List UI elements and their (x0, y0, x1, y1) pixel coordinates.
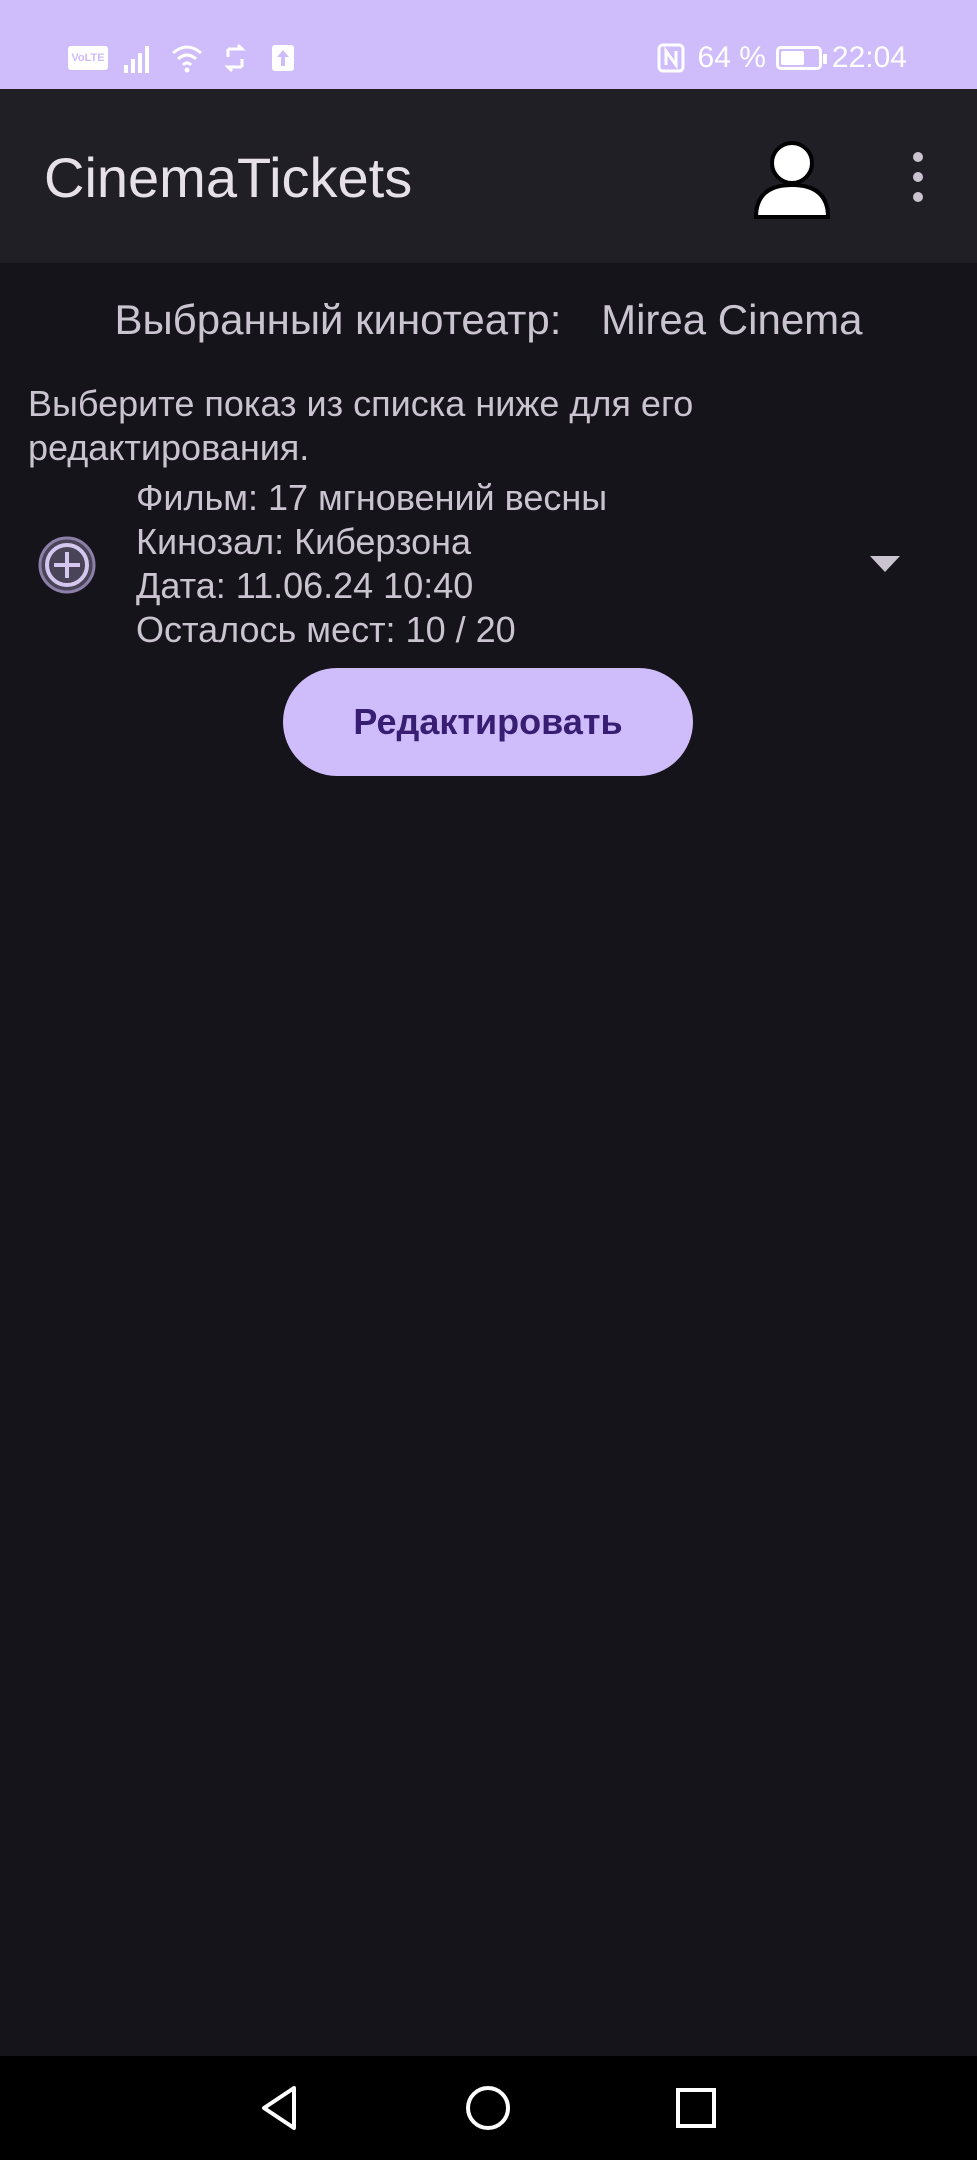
instructions-text: Выберите показ из списка ниже для его ре… (28, 383, 694, 468)
status-bar: VoLTE 64 % 22:04 (0, 0, 977, 89)
clock: 22:04 (831, 41, 907, 74)
app-title: CinemaTickets (44, 146, 413, 209)
add-circle-icon[interactable] (36, 534, 98, 596)
home-icon[interactable] (462, 2082, 514, 2134)
edit-button[interactable]: Редактировать (283, 668, 693, 776)
show-film: Фильм: 17 мгновений весны (136, 477, 608, 518)
show-selector[interactable]: Фильм: 17 мгновений весны Кинозал: Кибер… (0, 476, 977, 656)
status-icons-left: VoLTE (68, 40, 300, 76)
volte-icon: VoLTE (68, 46, 108, 70)
navigation-bar (0, 2056, 977, 2160)
cinema-label: Выбранный кинотеатр: (114, 296, 562, 343)
back-icon[interactable] (254, 2082, 306, 2134)
battery-fill (780, 51, 804, 65)
signal-icon (124, 46, 149, 73)
battery-percent: 64 % (697, 41, 766, 74)
recents-icon[interactable] (670, 2082, 722, 2134)
nfc-icon (657, 43, 685, 73)
wifi-icon (172, 45, 202, 73)
more-vert-icon[interactable] (900, 149, 936, 205)
sync-icon (224, 43, 246, 73)
show-info: Фильм: 17 мгновений весны Кинозал: Кибер… (136, 476, 607, 652)
battery-icon (775, 46, 827, 70)
show-seats: Осталось мест: 10 / 20 (136, 609, 516, 650)
app-bar: CinemaTickets (0, 89, 977, 263)
show-hall: Кинозал: Киберзона (136, 521, 472, 562)
status-icons-right: 64 % 22:04 (654, 38, 907, 78)
upload-icon (272, 45, 294, 71)
arrow-drop-down-icon[interactable] (870, 556, 900, 572)
cinema-value: Mirea Cinema (601, 296, 863, 343)
screen: VoLTE 64 % 22:04 CinemaTickets Выбранный… (0, 0, 977, 2160)
show-date: Дата: 11.06.24 10:40 (136, 565, 474, 606)
person-icon[interactable] (748, 133, 836, 221)
selected-cinema: Выбранный кинотеатр: Mirea Cinema (0, 296, 977, 344)
